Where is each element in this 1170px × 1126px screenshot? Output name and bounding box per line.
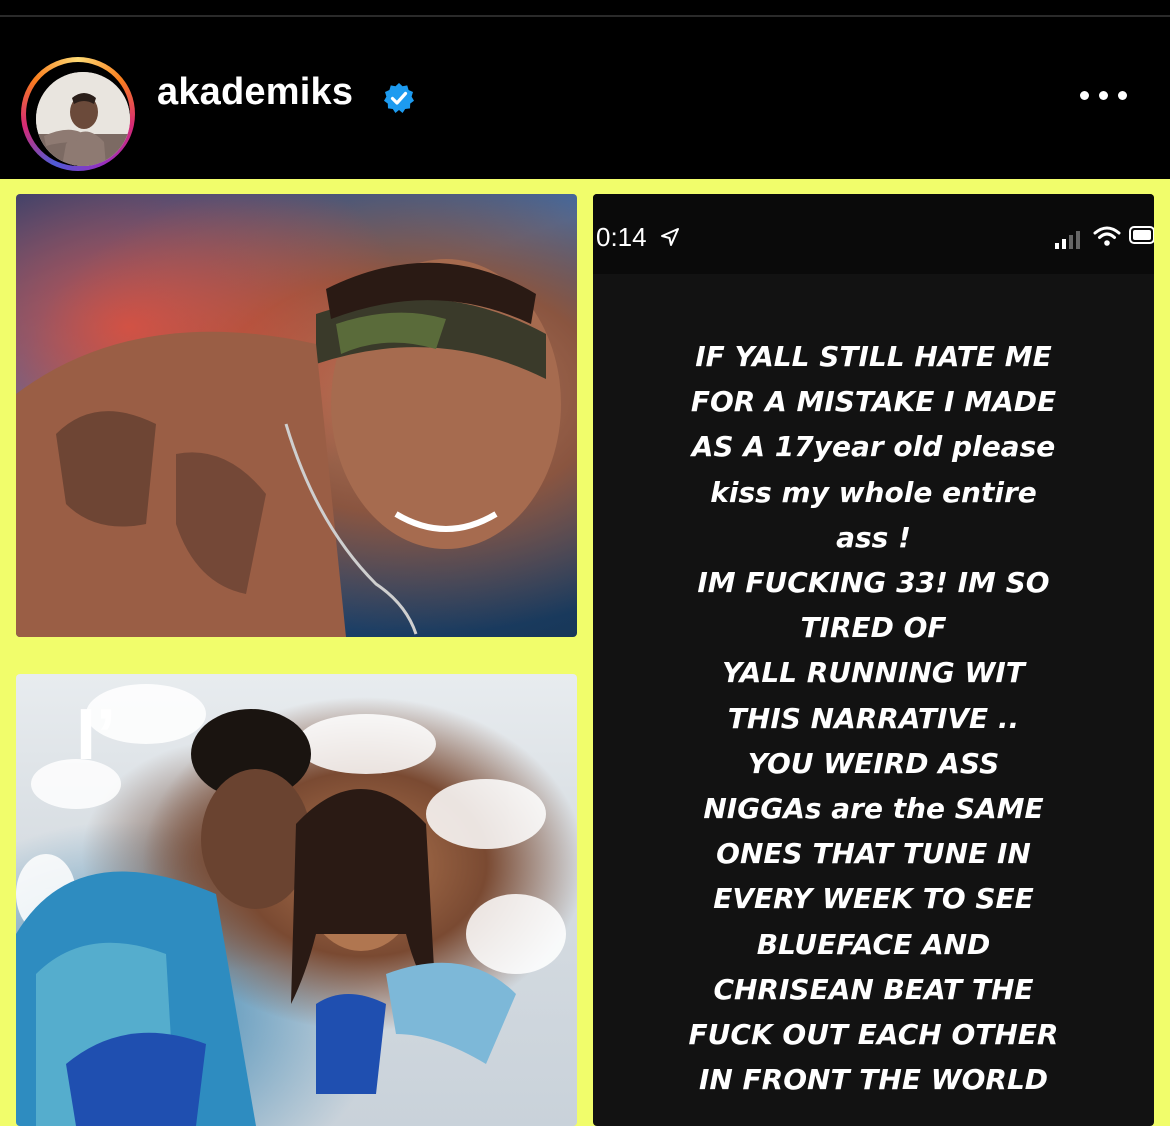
- wifi-icon: [1093, 226, 1121, 246]
- battery-icon: [1129, 226, 1154, 244]
- status-time: 0:14: [596, 222, 647, 252]
- story-line: YOU WEIRD ASS: [747, 746, 1000, 780]
- story-line: EVERY WEEK TO SEE: [713, 882, 1034, 916]
- story-line: kiss my whole entire: [710, 475, 1037, 509]
- story-line: AS A 17year old please: [691, 430, 1056, 464]
- cell-signal-icon: [1055, 231, 1080, 249]
- story-line: ass !: [836, 520, 911, 554]
- post-image: I’ 0:14 IF YALL STILL HATE ME FOR A MIST…: [0, 179, 1170, 1126]
- verified-badge-icon: [384, 83, 414, 113]
- story-ring[interactable]: [21, 57, 135, 171]
- top-left-photo: [16, 194, 577, 637]
- post-header: akademiks: [0, 17, 1170, 179]
- story-screenshot: 0:14 IF YALL STILL HATE ME FOR A MISTAKE …: [593, 194, 1154, 1126]
- story-line: FUCK OUT EACH OTHER: [688, 1018, 1059, 1052]
- location-arrow-icon: [661, 228, 679, 246]
- story-line: TIRED OF: [800, 611, 947, 645]
- more-options-icon[interactable]: [1076, 79, 1132, 111]
- story-line: THIS NARRATIVE ..: [727, 701, 1020, 735]
- story-line: IF YALL STILL HATE ME: [695, 340, 1052, 373]
- story-line: CHRISEAN BEAT THE: [713, 972, 1034, 1006]
- phone-status-bar: 0:14: [593, 194, 1154, 274]
- story-line: FOR A MISTAKE I MADE: [690, 385, 1057, 419]
- story-line: YALL RUNNING WIT: [722, 656, 1025, 690]
- overlay-text: I’: [76, 695, 117, 775]
- story-line: IN FRONT THE WORLD: [698, 1063, 1049, 1097]
- story-line: ONES THAT TUNE IN: [716, 837, 1031, 871]
- story-line: IM FUCKING 33! IM SO: [697, 566, 1050, 600]
- story-line: NIGGAs are the SAME: [703, 792, 1044, 826]
- story-text: IF YALL STILL HATE ME FOR A MISTAKE I MAD…: [593, 334, 1154, 1102]
- avatar[interactable]: [36, 72, 130, 166]
- story-line: BLUEFACE AND: [756, 927, 991, 961]
- username[interactable]: akademiks: [157, 71, 353, 114]
